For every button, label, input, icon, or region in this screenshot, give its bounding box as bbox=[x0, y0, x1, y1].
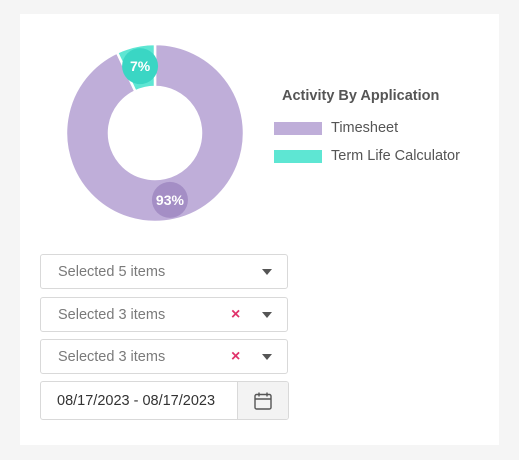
multiselect-filter-1[interactable]: Selected 5 items bbox=[40, 254, 288, 289]
multiselect-filter-3[interactable]: Selected 3 items × bbox=[40, 339, 288, 374]
chevron-down-icon[interactable] bbox=[262, 269, 272, 275]
multiselect-summary: Selected 5 items bbox=[58, 264, 166, 280]
date-range-input[interactable] bbox=[41, 382, 237, 419]
multiselect-summary: Selected 3 items bbox=[58, 307, 166, 323]
calendar-button[interactable] bbox=[237, 382, 288, 419]
calendar-icon bbox=[254, 392, 272, 410]
chart-legend: Activity By Application Timesheet Term L… bbox=[274, 88, 494, 170]
clear-icon[interactable]: × bbox=[231, 348, 240, 366]
legend-label: Timesheet bbox=[331, 120, 399, 136]
legend-label: Term Life Calculator bbox=[331, 148, 460, 164]
date-range-picker[interactable] bbox=[40, 381, 289, 420]
legend-swatch bbox=[274, 121, 322, 135]
legend-item-timesheet[interactable]: Timesheet bbox=[274, 114, 494, 142]
clear-icon[interactable]: × bbox=[231, 306, 240, 324]
data-label: 7% bbox=[130, 58, 151, 74]
multiselect-summary: Selected 3 items bbox=[58, 349, 166, 365]
legend-item-term-life-calculator[interactable]: Term Life Calculator bbox=[274, 142, 494, 170]
chart-title: Activity By Application bbox=[282, 88, 440, 104]
legend-swatch bbox=[274, 149, 322, 163]
chevron-down-icon[interactable] bbox=[262, 312, 272, 318]
data-label: 93% bbox=[156, 192, 185, 208]
chevron-down-icon[interactable] bbox=[262, 354, 272, 360]
multiselect-filter-2[interactable]: Selected 3 items × bbox=[40, 297, 288, 332]
